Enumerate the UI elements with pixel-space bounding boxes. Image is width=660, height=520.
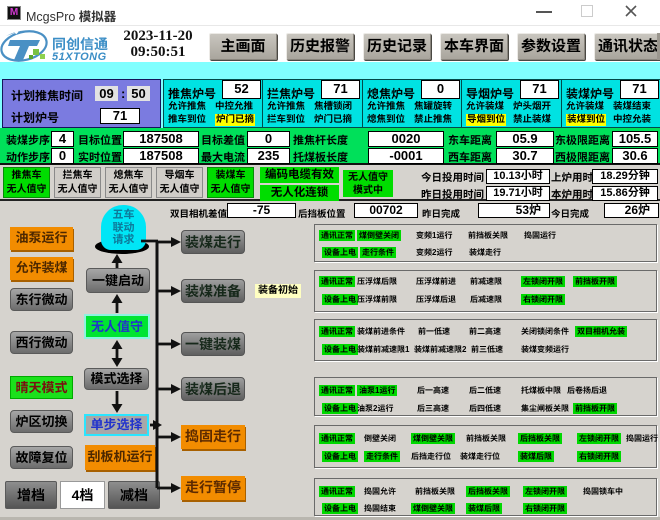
svg-text:51XTONG: 51XTONG (52, 51, 107, 62)
svg-text:同创信通: 同创信通 (52, 36, 108, 52)
